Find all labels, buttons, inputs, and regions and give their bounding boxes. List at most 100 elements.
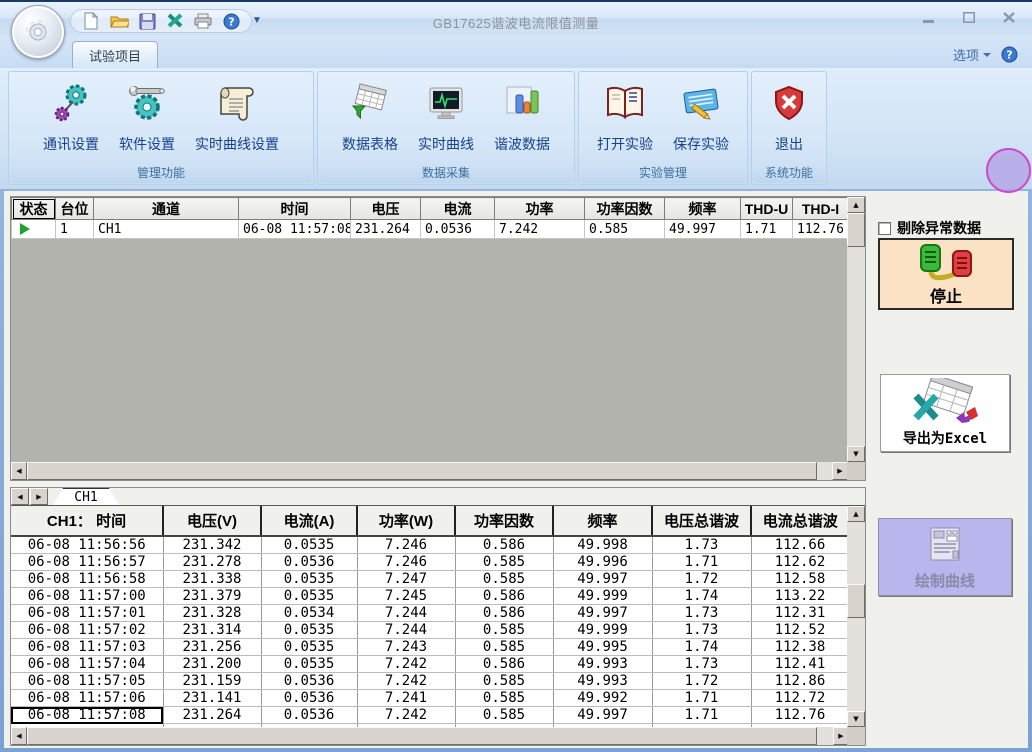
ribbon-button-open-experiment[interactable]: 打开实验 [587, 74, 663, 162]
app-window: ? ▼ GB17625谐波电流限值测量 试验项目 选项 ? [0, 0, 1032, 752]
col-header-thd-i[interactable]: THD-I [793, 198, 849, 220]
hscroll-thumb[interactable] [27, 462, 817, 480]
help-icon[interactable]: ? [1001, 46, 1018, 63]
scroll-up-icon[interactable]: ▲ [847, 197, 865, 213]
history-table: CH1： 时间 电压(V) 电流(A) 功率(W) 功率因数 频率 电压总谐波 … [11, 506, 850, 730]
tab-test-items[interactable]: 试验项目 [72, 41, 158, 68]
col-header-frequency: 频率 [553, 506, 652, 536]
excel-export-icon [908, 378, 982, 428]
live-table: 状态 台位 通道 时间 电压 电流 功率 功率因数 频率 THD-U THD-I… [11, 197, 849, 239]
col-header-station[interactable]: 台位 [56, 198, 94, 220]
exclude-abnormal-checkbox-row[interactable]: 剔除异常数据 [878, 218, 981, 238]
open-book-icon [603, 80, 647, 126]
scrollbar-corner [847, 462, 865, 480]
sheet-tab-ch1[interactable]: CH1 [53, 488, 119, 505]
col-header-power-factor: 功率因数 [455, 506, 553, 536]
checkbox-label[interactable]: 剔除异常数据 [897, 218, 981, 238]
history-header-row: CH1： 时间 电压(V) 电流(A) 功率(W) 功率因数 频率 电压总谐波 … [11, 506, 849, 536]
annotation-circle [986, 148, 1031, 193]
sheet-scroll-right-icon[interactable]: ▶ [30, 488, 48, 505]
stop-nodes-icon [915, 241, 977, 285]
maximize-button[interactable] [956, 9, 982, 26]
excel-icon[interactable] [165, 11, 185, 31]
vscroll-thumb[interactable] [847, 584, 865, 618]
col-header-status[interactable]: 状态 [12, 198, 56, 220]
table-row-selected[interactable]: 06-08 11:57:08231.2640.05367.2420.58549.… [11, 707, 849, 724]
export-excel-label: 导出为Excel [903, 428, 987, 448]
table-row[interactable]: 06-08 11:56:57231.2780.05367.2460.58549.… [11, 554, 849, 571]
new-document-icon[interactable] [81, 11, 101, 31]
scroll-left-icon[interactable]: ◀ [11, 727, 27, 745]
live-table-panel: 状态 台位 通道 时间 电压 电流 功率 功率因数 频率 THD-U THD-I… [10, 196, 866, 481]
table-row[interactable]: 06-08 11:57:06231.1410.05367.2410.58549.… [11, 690, 849, 707]
sheet-scroll-left-icon[interactable]: ◀ [11, 488, 29, 505]
table-row[interactable]: 06-08 11:57:02231.3140.05357.2440.58549.… [11, 622, 849, 639]
qat-overflow-icon[interactable]: ▼ [250, 14, 264, 28]
col-header-current-thd: 电流总谐波 [751, 506, 849, 536]
col-header-power[interactable]: 功率 [495, 198, 585, 220]
live-table-row[interactable]: 1 CH1 06-08 11:57:08 231.264 0.0536 7.24… [12, 220, 849, 239]
exit-shield-icon [772, 80, 806, 126]
col-header-thd-u[interactable]: THD-U [741, 198, 793, 220]
ribbon-button-curve-settings[interactable]: 实时曲线设置 [185, 74, 289, 162]
scroll-up-icon[interactable]: ▲ [847, 506, 865, 522]
play-icon [20, 223, 30, 235]
minimize-button[interactable] [916, 9, 942, 26]
vscroll-thumb[interactable] [847, 213, 865, 247]
col-header-voltage[interactable]: 电压 [351, 198, 421, 220]
table-row[interactable]: 06-08 11:57:05231.1590.05367.2420.58549.… [11, 673, 849, 690]
status-cell[interactable] [12, 220, 56, 239]
scroll-icon [217, 80, 257, 126]
stop-button[interactable]: 停止 [878, 238, 1014, 310]
scroll-down-icon[interactable]: ▼ [847, 711, 865, 727]
scroll-right-icon[interactable]: ▶ [832, 462, 848, 480]
scroll-down-icon[interactable]: ▼ [847, 446, 865, 462]
open-folder-icon[interactable] [109, 11, 129, 31]
table-row[interactable]: 06-08 11:57:00231.3790.05357.2450.58649.… [11, 588, 849, 605]
ribbon-button-realtime-curve[interactable]: 实时曲线 [408, 74, 484, 162]
export-excel-button[interactable]: 导出为Excel [880, 374, 1010, 452]
col-header-frequency[interactable]: 频率 [665, 198, 741, 220]
checkbox-unchecked[interactable] [878, 222, 891, 235]
hscroll-thumb[interactable] [27, 727, 817, 745]
table-row[interactable]: 06-08 11:56:56231.3420.05357.2460.58649.… [11, 536, 849, 554]
draw-curve-button[interactable]: 绘制曲线 [878, 518, 1012, 596]
titlebar: ? ▼ GB17625谐波电流限值测量 [0, 0, 1032, 36]
print-icon[interactable] [193, 11, 213, 31]
ribbon-group-management: 通讯设置 软件设置 [8, 71, 314, 185]
bar-chart-icon [502, 80, 542, 126]
live-table-hscrollbar[interactable]: ◀ ▶ [11, 462, 848, 480]
close-button[interactable] [996, 9, 1022, 26]
help-icon[interactable]: ? [221, 11, 241, 31]
col-header-power-factor[interactable]: 功率因数 [585, 198, 665, 220]
col-header-time[interactable]: 时间 [239, 198, 351, 220]
history-hscrollbar[interactable]: ◀ ▶ [11, 727, 849, 745]
selected-cell[interactable]: 06-08 11:57:08 [11, 707, 163, 724]
wrench-gear-icon [126, 80, 168, 126]
ribbon-button-save-experiment[interactable]: 保存实验 [663, 74, 739, 162]
table-row[interactable]: 06-08 11:56:58231.3380.05357.2470.58549.… [11, 571, 849, 588]
history-vscrollbar[interactable]: ▲ ▼ [847, 506, 865, 727]
main-content: 状态 台位 通道 时间 电压 电流 功率 功率因数 频率 THD-U THD-I… [4, 191, 1028, 748]
ribbon-group-acquisition: 数据表格 实时曲线 [317, 71, 575, 185]
ribbon-button-data-table[interactable]: 数据表格 [332, 74, 408, 162]
col-header-channel[interactable]: 通道 [94, 198, 239, 220]
table-row[interactable]: 06-08 11:57:04231.2000.05357.2420.58649.… [11, 656, 849, 673]
col-header-current[interactable]: 电流 [421, 198, 495, 220]
ribbon-button-software-settings[interactable]: 软件设置 [109, 74, 185, 162]
save-icon[interactable] [137, 11, 157, 31]
ribbon-group-experiment: 打开实验 保存 [578, 71, 748, 185]
col-header-ch1-time: CH1： 时间 [11, 506, 163, 536]
gears-icon [51, 80, 91, 126]
scroll-left-icon[interactable]: ◀ [11, 462, 27, 480]
chevron-down-icon[interactable] [983, 53, 991, 57]
options-menu[interactable]: 选项 [953, 45, 979, 64]
ribbon-button-comm-settings[interactable]: 通讯设置 [33, 74, 109, 162]
table-row[interactable]: 06-08 11:57:01231.3280.05347.2440.58649.… [11, 605, 849, 622]
table-row[interactable]: 06-08 11:57:03231.2560.05357.2430.58549.… [11, 639, 849, 656]
draw-curve-icon [923, 524, 967, 564]
ribbon-button-exit[interactable]: 退出 [762, 74, 816, 162]
live-table-vscrollbar[interactable]: ▲ ▼ [847, 197, 865, 462]
ribbon-button-harmonic-data[interactable]: 谐波数据 [484, 74, 560, 162]
app-menu-button[interactable] [11, 5, 65, 59]
